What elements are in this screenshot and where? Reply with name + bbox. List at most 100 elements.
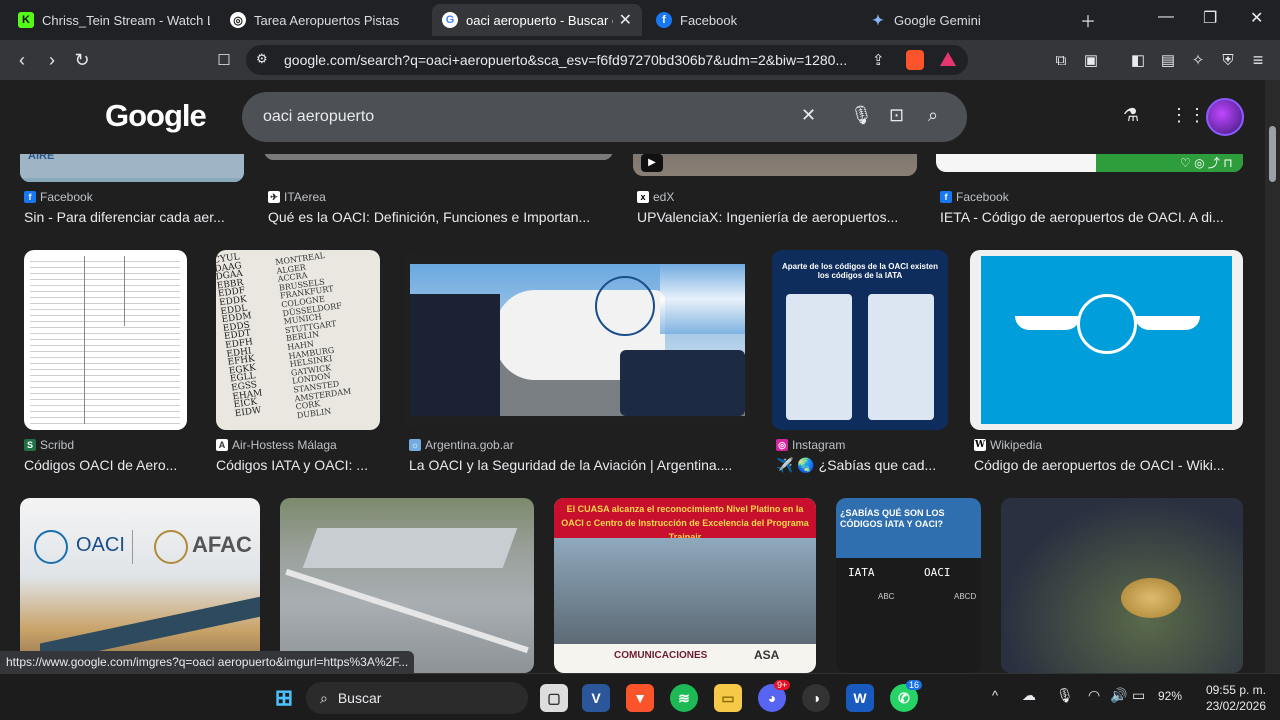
app-icon[interactable]: ◑: [802, 684, 830, 712]
wifi-icon[interactable]: ◠: [1088, 687, 1100, 704]
instagram-icon: ◎: [776, 439, 788, 451]
airport-code-list: CYUL DAAG DGAA EBBR EDDF EDDK EDDL EDDM EDDS EDDT…: [216, 252, 264, 419]
tab-bar: K Chriss_Tein Stream - Watch Live ◎ Tare…: [0, 0, 1280, 40]
discord-badge: 9+: [774, 680, 791, 690]
result-caption[interactable]: Sin - Para diferenciar cada aer...: [24, 209, 246, 225]
search-query[interactable]: oaci aeropuerto: [263, 108, 374, 126]
source-label: Argentina.gob.ar: [425, 438, 514, 452]
menu-icon[interactable]: ≡: [1247, 49, 1269, 71]
airhostess-icon: A: [216, 439, 228, 451]
tab-title: Chriss_Tein Stream - Watch Live: [42, 12, 210, 28]
result-thumb[interactable]: ¿SABÍAS QUÉ SON LOS CÓDIGOS IATA Y OACI?…: [836, 498, 981, 673]
result-caption[interactable]: Código de aeropuertos de OACI - Wiki...: [974, 457, 1243, 473]
sidebar-icon[interactable]: ◧: [1127, 49, 1149, 71]
chevron-up-icon[interactable]: ^: [992, 688, 998, 703]
extensions-icon[interactable]: ⧉: [1050, 49, 1072, 71]
spotify-icon[interactable]: ≋: [670, 684, 698, 712]
close-window-icon[interactable]: ✕: [1250, 8, 1263, 28]
tab-facebook[interactable]: f Facebook: [646, 4, 858, 36]
lens-icon[interactable]: ⊡: [889, 105, 904, 126]
forward-icon[interactable]: ›: [41, 49, 63, 71]
result-caption[interactable]: IETA - Código de aeropuertos de OACI. A …: [940, 209, 1243, 225]
page-scrollbar[interactable]: [1265, 80, 1280, 673]
source-label: Wikipedia: [990, 438, 1043, 452]
result-source[interactable]: ☼ Argentina.gob.ar: [409, 438, 514, 452]
result-source[interactable]: W Wikipedia: [974, 438, 1042, 452]
result-thumb[interactable]: [1001, 498, 1243, 673]
tab-gemini[interactable]: ✦ Google Gemini: [860, 4, 1072, 36]
tab-kick[interactable]: K Chriss_Tein Stream - Watch Live: [8, 4, 220, 36]
result-thumb[interactable]: [970, 250, 1243, 430]
tab-docs[interactable]: ◎ Tarea Aeropuertos Pistas: [220, 4, 432, 36]
windows-start-icon[interactable]: ⊞: [270, 684, 298, 712]
battery-percent: 92%: [1158, 689, 1183, 703]
battery-icon[interactable]: ▭: [1132, 687, 1145, 704]
apps-grid-icon[interactable]: ⋮⋮: [1170, 105, 1206, 126]
volume-icon[interactable]: 🔊: [1110, 687, 1127, 704]
thumb-text: ASA: [754, 648, 780, 662]
microphone-icon[interactable]: 🎙: [1056, 687, 1074, 704]
result-thumb[interactable]: CYUL DAAG DGAA EBBR EDDF EDDK EDDL EDDM EDDS EDDT…: [216, 250, 380, 430]
visual-studio-icon[interactable]: V: [582, 684, 610, 712]
icao-emblem-icon: [1077, 294, 1137, 354]
search-icon[interactable]: ⌕: [928, 105, 938, 126]
tab-title: Tarea Aeropuertos Pistas: [254, 12, 400, 28]
reload-icon[interactable]: ↻: [71, 49, 93, 71]
labs-flask-icon[interactable]: ⚗: [1123, 105, 1139, 126]
reader-icon[interactable]: ▣: [1080, 49, 1102, 71]
result-caption[interactable]: UPValenciaX: Ingeniería de aeropuertos..…: [637, 209, 917, 225]
onedrive-icon[interactable]: ☁: [1022, 687, 1036, 704]
result-caption[interactable]: Códigos OACI de Aero...: [24, 457, 187, 473]
taskbar-search[interactable]: ⌕ Buscar: [306, 682, 528, 714]
brave-shields-icon[interactable]: [906, 50, 924, 70]
site-info-icon[interactable]: ⚙: [256, 51, 268, 67]
account-avatar[interactable]: [1206, 98, 1244, 136]
tab-title: Facebook: [680, 12, 738, 28]
google-logo[interactable]: Google: [105, 98, 207, 134]
result-thumb[interactable]: El CUASA alcanza el reconocimiento Nivel…: [554, 498, 816, 673]
word-icon[interactable]: W: [846, 684, 874, 712]
bookmark-icon[interactable]: ☐: [213, 49, 235, 71]
clock-time: 09:55 p. m.: [1205, 683, 1266, 697]
result-thumb[interactable]: OACI AFAC: [20, 498, 260, 673]
wallet-icon[interactable]: ▤: [1157, 49, 1179, 71]
thumb-text: AFAC: [192, 532, 252, 557]
address-bar[interactable]: ⚙ google.com/search?q=oaci+aeropuerto&sc…: [246, 45, 968, 75]
file-explorer-icon[interactable]: ▭: [714, 684, 742, 712]
system-clock[interactable]: 09:55 p. m. 23/02/2026: [1206, 682, 1266, 714]
result-caption[interactable]: ✈️ 🌏 ¿Sabías que cad...: [776, 457, 948, 474]
source-label: Facebook: [40, 190, 93, 204]
result-thumb[interactable]: [405, 250, 750, 430]
result-thumb[interactable]: Aparte de los códigos de la OACI existen…: [772, 250, 948, 430]
share-icon[interactable]: ⇪: [872, 51, 885, 69]
result-caption[interactable]: La OACI y la Seguridad de la Aviación | …: [409, 457, 750, 473]
result-source[interactable]: x edX: [637, 190, 674, 204]
close-tab-icon[interactable]: ✕: [613, 10, 632, 30]
brave-browser-icon[interactable]: ▼: [626, 684, 654, 712]
task-view-icon[interactable]: ▢: [540, 684, 568, 712]
brave-rewards-icon[interactable]: [940, 52, 956, 66]
result-source[interactable]: f Facebook: [940, 190, 1009, 204]
back-icon[interactable]: ‹: [11, 49, 33, 71]
result-source[interactable]: ✈ ITAerea: [268, 190, 326, 204]
result-source[interactable]: A Air-Hostess Málaga: [216, 438, 337, 452]
result-source[interactable]: f Facebook: [24, 190, 93, 204]
leo-ai-icon[interactable]: ✧: [1187, 49, 1209, 71]
minimize-icon[interactable]: —: [1158, 8, 1174, 26]
result-caption[interactable]: Qué es la OACI: Definición, Funciones e …: [268, 209, 613, 225]
argentina-icon: ☼: [409, 439, 421, 451]
new-tab-icon[interactable]: ＋: [1080, 8, 1096, 32]
result-caption[interactable]: Códigos IATA y OACI: ...: [216, 457, 380, 473]
result-source[interactable]: S Scribd: [24, 438, 74, 452]
result-thumb[interactable]: [24, 250, 187, 430]
tab-title: oaci aeropuerto - Buscar con Google: [466, 12, 613, 28]
clear-search-icon[interactable]: ✕: [801, 105, 816, 126]
scrollbar-thumb[interactable]: [1269, 126, 1276, 182]
tab-google-search[interactable]: G oaci aeropuerto - Buscar con Google ✕: [432, 4, 642, 36]
restore-icon[interactable]: ❐: [1203, 8, 1217, 28]
result-thumb[interactable]: [280, 498, 534, 673]
gemini-icon: ✦: [872, 11, 884, 28]
result-source[interactable]: ◎ Instagram: [776, 438, 845, 452]
microphone-icon[interactable]: 🎙: [850, 105, 873, 126]
vpn-icon[interactable]: ⛨: [1217, 49, 1239, 71]
